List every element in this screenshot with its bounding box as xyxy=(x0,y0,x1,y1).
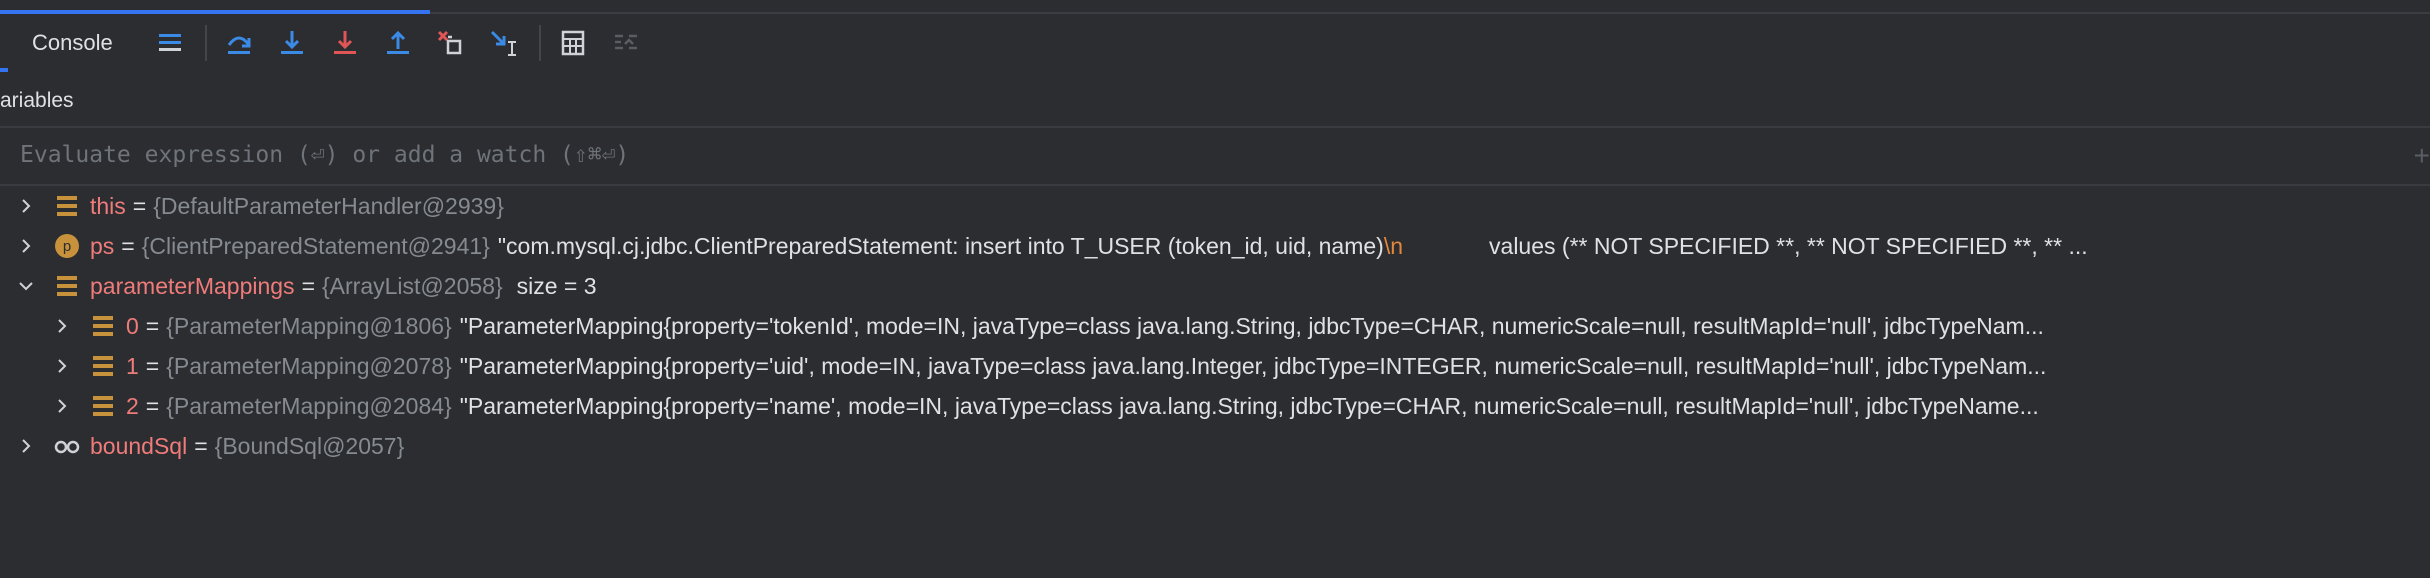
variable-type: {ArrayList@2058} xyxy=(322,272,503,299)
drop-frame-icon[interactable] xyxy=(431,23,471,63)
variable-name: this xyxy=(90,192,126,219)
collection-size: size = 3 xyxy=(516,272,597,299)
tree-row-element[interactable]: 1 = {ParameterMapping@2078} "ParameterMa… xyxy=(0,346,2430,386)
toolbar-separator xyxy=(539,25,541,61)
variable-value: "ParameterMapping{property='name', mode=… xyxy=(459,392,2039,419)
chevron-right-icon[interactable] xyxy=(14,234,38,258)
variable-value: "ParameterMapping{property='tokenId', mo… xyxy=(459,312,2044,339)
step-into-icon[interactable] xyxy=(272,23,312,63)
equals-sign: = xyxy=(145,312,160,339)
toolbar-separator xyxy=(205,25,207,61)
equals-sign: = xyxy=(301,272,315,299)
evaluate-watch-bar[interactable]: Evaluate expression (⏎) or add a watch (… xyxy=(0,128,2430,186)
variable-type: {ParameterMapping@1806} xyxy=(166,312,452,339)
step-out-icon[interactable] xyxy=(378,23,418,63)
add-watch-icon[interactable]: + xyxy=(2414,140,2430,172)
force-step-into-icon[interactable] xyxy=(325,23,365,63)
watch-glasses-icon xyxy=(52,431,82,461)
variable-name: 2 xyxy=(126,392,139,419)
variable-value-cont: values (** NOT SPECIFIED **, ** NOT SPEC… xyxy=(1489,232,2088,259)
tree-row-this[interactable]: this = {DefaultParameterHandler@2939} xyxy=(0,186,2430,226)
variable-name: ps xyxy=(90,232,115,259)
top-strip xyxy=(0,0,2430,14)
step-over-icon[interactable] xyxy=(219,23,259,63)
variable-name: 0 xyxy=(126,312,139,339)
run-to-cursor-icon[interactable] xyxy=(484,23,524,63)
tab-console-label: Console xyxy=(32,30,113,55)
variable-name: boundSql xyxy=(90,432,188,459)
variables-tree: this = {DefaultParameterHandler@2939} p … xyxy=(0,186,2430,466)
tree-row-element[interactable]: 2 = {ParameterMapping@2084} "ParameterMa… xyxy=(0,386,2430,426)
tab-active-indicator xyxy=(0,68,8,72)
chevron-right-icon[interactable] xyxy=(50,314,74,338)
tree-row-ps[interactable]: p ps = {ClientPreparedStatement@2941} "c… xyxy=(0,226,2430,266)
variable-value: "ParameterMapping{property='uid', mode=I… xyxy=(459,352,2047,379)
chevron-right-icon[interactable] xyxy=(50,394,74,418)
variable-type: {ClientPreparedStatement@2941} xyxy=(141,232,490,259)
variable-type: {DefaultParameterHandler@2939} xyxy=(153,192,504,219)
chevron-right-icon[interactable] xyxy=(14,194,38,218)
variable-name: parameterMappings xyxy=(90,272,295,299)
variable-value: "com.mysql.cj.jdbc.ClientPreparedStateme… xyxy=(497,232,1384,259)
tree-row-boundSql[interactable]: boundSql = {BoundSql@2057} xyxy=(0,426,2430,466)
field-icon xyxy=(88,311,118,341)
threads-list-icon[interactable] xyxy=(150,23,190,63)
debugger-toolbar: Console xyxy=(0,14,2430,72)
tree-row-element[interactable]: 0 = {ParameterMapping@1806} "ParameterMa… xyxy=(0,306,2430,346)
field-icon xyxy=(88,391,118,421)
tree-row-parameterMappings[interactable]: parameterMappings = {ArrayList@2058} siz… xyxy=(0,266,2430,306)
svg-text:p: p xyxy=(63,238,71,255)
evaluate-input[interactable]: Evaluate expression (⏎) or add a watch (… xyxy=(20,142,629,168)
equals-sign: = xyxy=(145,392,160,419)
chevron-down-icon[interactable] xyxy=(14,274,38,298)
equals-sign: = xyxy=(121,232,135,259)
variable-name: 1 xyxy=(126,352,139,379)
equals-sign: = xyxy=(132,192,147,219)
trace-icon[interactable] xyxy=(606,23,646,63)
equals-sign: = xyxy=(145,352,160,379)
variable-type: {ParameterMapping@2078} xyxy=(166,352,452,379)
variables-header: ariables xyxy=(0,78,74,124)
parameter-icon: p xyxy=(52,231,82,261)
field-icon xyxy=(88,351,118,381)
tab-console[interactable]: Console xyxy=(0,14,113,72)
equals-sign: = xyxy=(194,432,208,459)
variable-type: {BoundSql@2057} xyxy=(214,432,405,459)
evaluate-expression-icon[interactable] xyxy=(553,23,593,63)
field-icon xyxy=(52,271,82,301)
variable-type: {ParameterMapping@2084} xyxy=(166,392,452,419)
escape-sequence: \n xyxy=(1383,232,1404,259)
variables-title: ariables xyxy=(0,89,74,112)
chevron-right-icon[interactable] xyxy=(50,354,74,378)
chevron-right-icon[interactable] xyxy=(14,434,38,458)
field-icon xyxy=(52,191,82,221)
